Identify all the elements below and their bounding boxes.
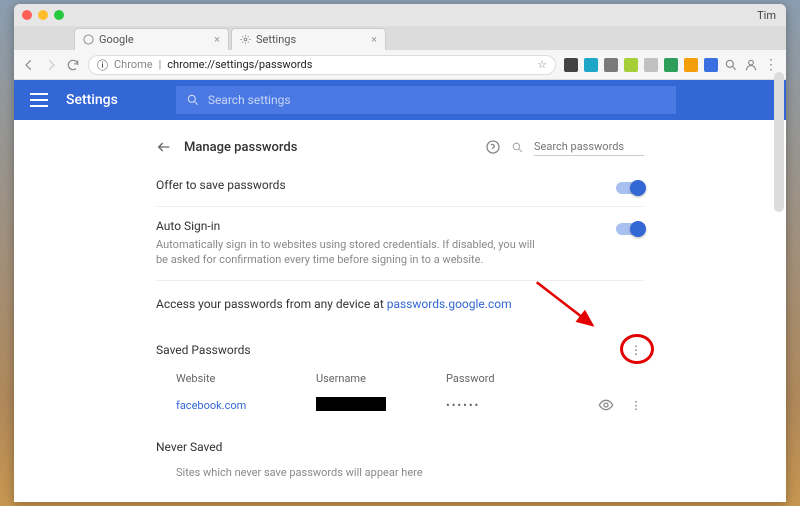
toolbar: ⓘ Chrome | chrome://settings/passwords ☆… [14,50,786,80]
fullscreen-window-button[interactable] [54,10,64,20]
row-menu-button[interactable]: ⋮ [628,397,644,413]
url-scheme: Chrome [114,58,153,71]
content: Settings Search settings Manage password… [14,80,786,502]
google-icon [83,34,94,45]
username-redacted [316,397,386,411]
scrollbar[interactable] [774,80,784,212]
back-arrow-button[interactable] [156,139,172,155]
minimize-window-button[interactable] [38,10,48,20]
search-passwords-input[interactable] [534,138,644,156]
saved-passwords-menu-button[interactable]: ⋮ [628,342,644,358]
tab-label: Google [99,33,134,46]
menu-icon[interactable]: ⋮ [764,58,778,72]
window-controls [22,10,64,20]
extension-icon[interactable] [564,58,578,72]
search-settings-input[interactable]: Search settings [176,86,676,114]
back-button[interactable] [22,58,36,72]
tab-label: Settings [256,33,296,46]
column-website: Website [176,372,316,385]
annotation-arrow [526,278,616,338]
tab-google[interactable]: Google × [74,28,229,50]
star-icon[interactable]: ☆ [537,58,547,71]
forward-button[interactable] [44,58,58,72]
never-saved-description: Sites which never save passwords will ap… [156,462,644,499]
search-icon[interactable] [724,58,738,72]
auto-signin-description: Automatically sign in to websites using … [156,237,536,268]
close-tab-icon[interactable]: × [371,33,377,46]
column-password: Password [446,372,644,385]
chrome-window: Tim Google × Settings × ⓘ Chrome | chrom… [14,4,786,502]
annotation-circle [620,334,654,364]
mac-user-label: Tim [757,9,776,22]
extension-icon[interactable] [684,58,698,72]
access-passwords-text: Access your passwords from any device at… [156,297,512,311]
extension-icon[interactable] [584,58,598,72]
search-placeholder: Search settings [208,93,291,107]
reload-button[interactable] [66,58,80,72]
saved-passwords-heading: Saved Passwords [156,343,251,357]
tabstrip: Google × Settings × [14,26,786,50]
url-path: chrome://settings/passwords [167,58,312,71]
show-password-button[interactable] [598,397,614,413]
tab-settings[interactable]: Settings × [231,28,386,50]
close-window-button[interactable] [22,10,32,20]
extension-icon[interactable] [644,58,658,72]
extension-icon[interactable] [604,58,618,72]
site-link[interactable]: facebook.com [176,399,246,412]
extension-icons: ⋮ [564,58,778,72]
gear-icon [240,34,251,45]
info-icon: ⓘ [97,57,108,73]
help-icon[interactable] [485,139,501,155]
table-row: facebook.com •••••• ⋮ [156,389,644,422]
address-bar[interactable]: ⓘ Chrome | chrome://settings/passwords ☆ [88,55,556,75]
extension-icon[interactable] [704,58,718,72]
close-tab-icon[interactable]: × [214,33,220,46]
passwords-google-link[interactable]: passwords.google.com [387,297,512,311]
password-masked: •••••• [446,399,598,412]
profile-icon[interactable] [744,58,758,72]
password-table-header: Website Username Password [156,366,644,389]
never-saved-heading: Never Saved [156,422,644,462]
page-title: Manage passwords [184,140,297,155]
titlebar: Tim [14,4,786,26]
column-username: Username [316,372,446,385]
search-icon [511,141,524,154]
offer-save-label: Offer to save passwords [156,178,616,192]
hamburger-icon[interactable] [30,93,48,107]
settings-header: Settings Search settings [14,80,786,120]
page-body: Manage passwords Offer to save passwords [14,120,786,502]
passwords-card: Manage passwords Offer to save passwords [156,134,644,502]
offer-save-toggle[interactable] [616,182,644,194]
auto-signin-label: Auto Sign-in [156,219,616,233]
search-icon [186,93,200,107]
settings-title: Settings [66,92,118,108]
extension-icon[interactable] [664,58,678,72]
auto-signin-toggle[interactable] [616,223,644,235]
extension-icon[interactable] [624,58,638,72]
